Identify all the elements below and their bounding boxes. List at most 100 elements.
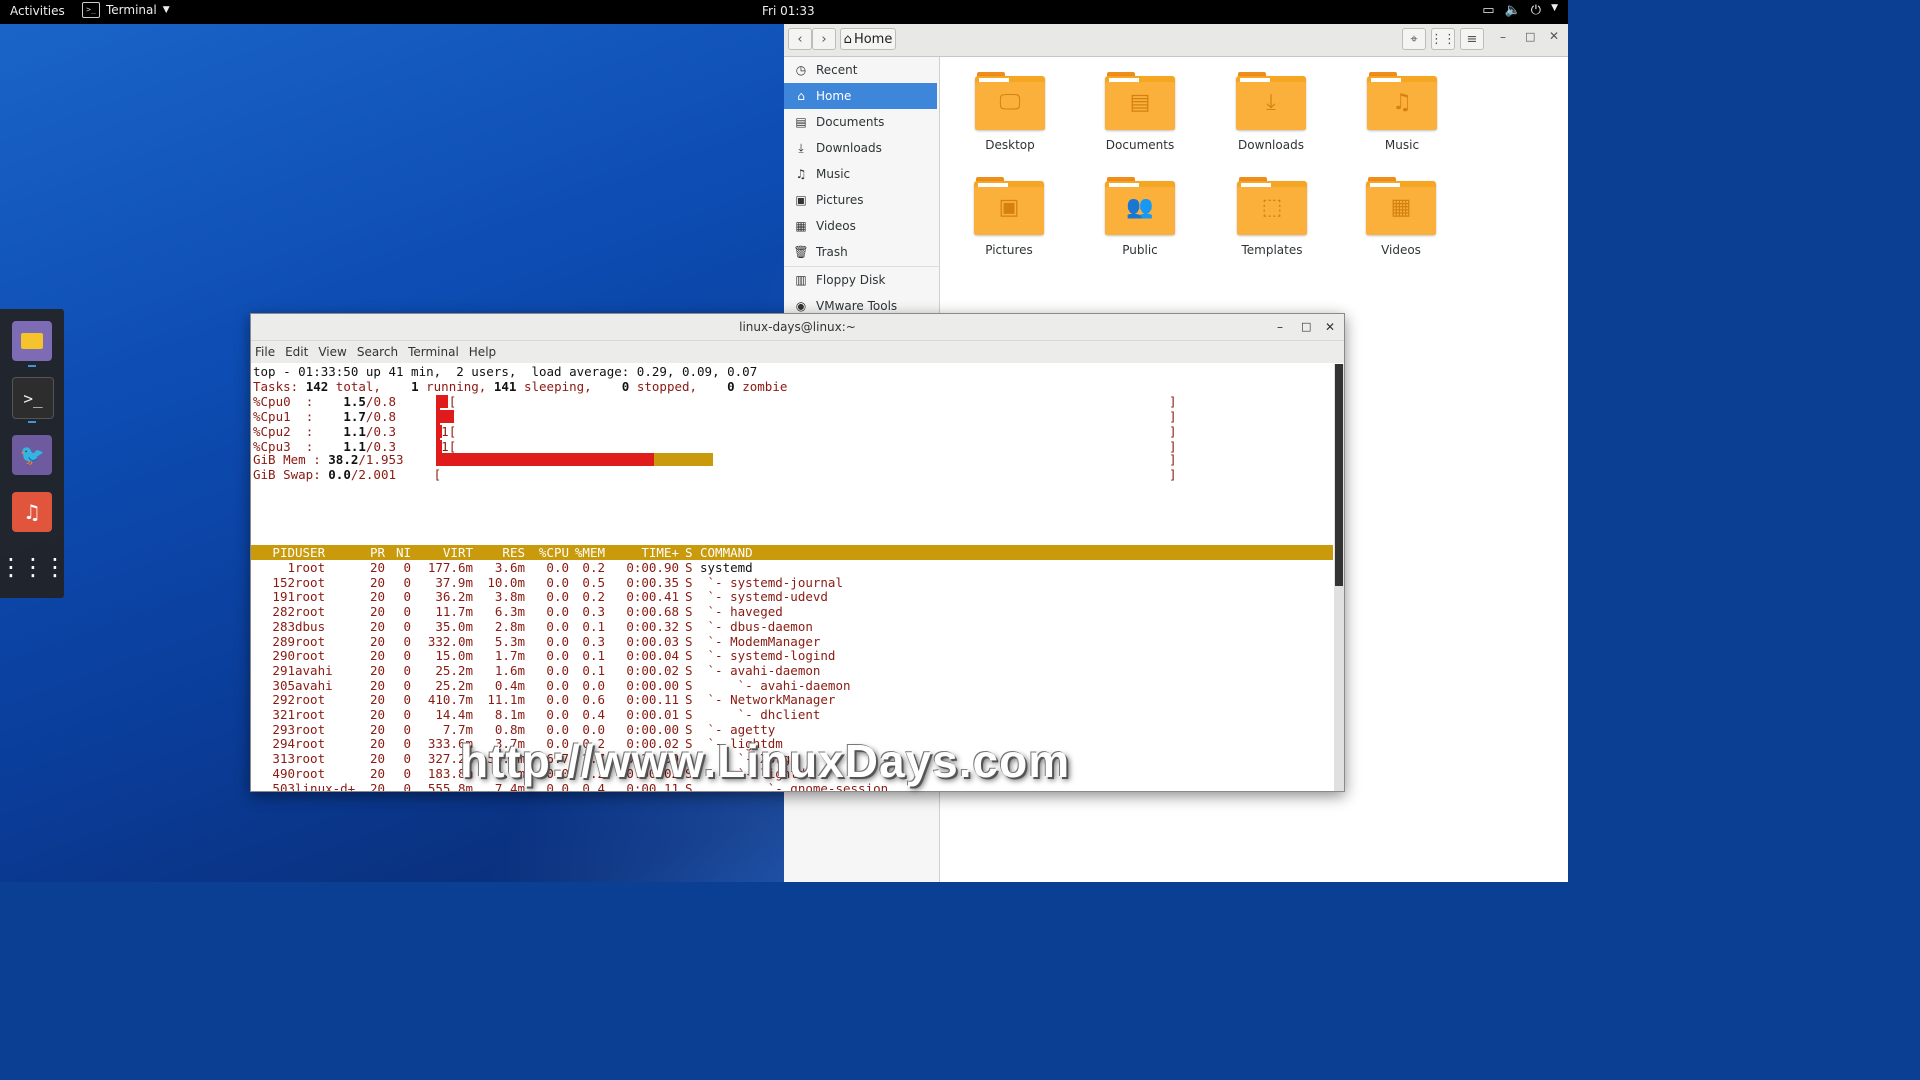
folder-pictures[interactable]: ▣ Pictures [959,177,1059,257]
cpu-line: %Cpu1 : 1.7/0.8 3[ [253,409,456,424]
table-cell: 35.0m [435,618,473,634]
terminal-titlebar[interactable]: linux-days@linux:~ – □ ✕ [251,314,1344,341]
scrollbar[interactable] [1334,364,1344,791]
music-app-icon[interactable]: ♫ [12,492,52,532]
table-cell: `- dbus-daemon [700,618,813,634]
activities-button[interactable]: Activities [10,4,65,18]
show-apps-grid-icon[interactable]: ⋮⋮⋮ [0,547,67,587]
table-cell: S [685,618,693,634]
column-header: PID [272,545,295,560]
sidebar-item-videos[interactable]: ▦ Videos [784,213,937,239]
picture-icon: ▣ [998,195,1020,220]
sidebar-item-music[interactable]: ♫ Music [784,161,937,187]
sidebar-item-home[interactable]: ⌂ Home [784,83,937,109]
back-button[interactable]: ‹ [788,28,812,50]
video-icon: ▦ [1390,195,1412,220]
sidebar-item-recent[interactable]: ◷ Recent [784,57,937,83]
table-cell: 20 [369,604,385,620]
maximize-button[interactable]: □ [1301,314,1311,340]
folder-videos[interactable]: ▦ Videos [1351,177,1451,257]
table-cell: 0.0 [546,633,569,649]
table-cell: 410.7m [427,692,473,708]
folder-templates[interactable]: ⬚ Templates [1222,177,1322,257]
top-summary-line: top - 01:33:50 up 41 min, 2 users, load … [253,364,758,379]
location-icon[interactable]: ⌖ [1402,28,1426,50]
folder-music[interactable]: ♫ Music [1352,72,1452,152]
menu-help[interactable]: Help [469,345,496,359]
table-cell: 1.7m [494,648,525,664]
folder-desktop[interactable]: 🖵 Desktop [960,72,1060,152]
sidebar-item-pictures[interactable]: ▣ Pictures [784,187,937,213]
tasks-line: Tasks: 142 total, 1 running, 141 sleepin… [253,379,788,394]
cpu-line: %Cpu0 : 1.5/0.8 2[ [253,394,457,409]
column-header: TIME+ [641,545,679,560]
cpu-line: %Cpu2 : 1.1/0.3 1[ [253,424,457,439]
minimize-button[interactable]: – [1277,314,1283,340]
table-cell: 25.2m [435,662,473,678]
power-icon: ⏻ [1530,3,1542,18]
sidebar-item-label: Recent [816,63,858,77]
table-cell: `- systemd-udevd [700,589,828,605]
folder-public[interactable]: 👥 Public [1090,177,1190,257]
sidebar-item-floppy[interactable]: ▥ Floppy Disk [784,267,937,293]
maximize-button[interactable]: □ [1525,30,1535,43]
terminal-icon: >_ [82,2,100,18]
table-cell: 0 [403,589,411,605]
table-cell: 0:00.11 [626,692,679,708]
close-button[interactable]: ✕ [1549,29,1559,43]
menu-terminal[interactable]: Terminal [408,345,459,359]
grid-view-icon[interactable]: ⋮⋮ [1430,28,1456,50]
menu-search[interactable]: Search [357,345,398,359]
files-app-icon[interactable] [12,321,52,361]
pidgin-app-icon[interactable]: 🐦 [12,435,52,475]
table-cell: `- avahi-daemon [700,677,851,693]
table-cell: 0.0 [546,707,569,722]
scrollbar-thumb[interactable] [1335,364,1343,586]
close-button[interactable]: ✕ [1325,314,1335,340]
table-cell: root [295,560,326,575]
clock[interactable]: Fri 01:33 [762,4,815,18]
bracket-close: ] [1169,452,1177,467]
folder-label: Downloads [1238,138,1304,152]
files-headerbar: ‹ › ⌂ Home ⌖ ⋮⋮ ≡ – □ ✕ [784,24,1568,57]
sidebar-item-label: Videos [816,219,856,233]
minimize-button[interactable]: – [1500,30,1506,44]
table-cell: 3.6m [494,560,525,575]
app-menu[interactable]: >_ Terminal ▼ [82,2,170,18]
table-cell: 20 [369,560,385,575]
table-cell: 332.0m [427,633,473,649]
table-cell: `- haveged [700,604,783,620]
terminal-app-icon[interactable]: >_ [12,377,54,419]
table-cell: 20 [369,780,385,792]
sidebar-item-trash[interactable]: 🗑 Trash [784,239,937,265]
table-cell: 0 [403,721,411,737]
folder-icon: ♫ [1367,72,1437,130]
menu-view[interactable]: View [318,345,346,359]
table-cell: root [295,751,326,767]
table-cell: 0.1 [582,648,605,664]
sidebar-item-downloads[interactable]: ⤓ Downloads [784,135,937,161]
menu-file[interactable]: File [255,345,275,359]
folder-label: Templates [1241,243,1303,257]
column-header: S [685,545,693,560]
folder-icon: ⤓ [1236,72,1306,130]
system-menu[interactable]: ▭ 🔈 ⏻ ▼ [1482,3,1558,18]
table-cell: 20 [369,618,385,634]
forward-button[interactable]: › [812,28,836,50]
sidebar-item-documents[interactable]: ▤ Documents [784,109,937,135]
swap-line: GiB Swap: 0.0/2.001 [ [253,467,442,482]
table-cell: 0:00.00 [626,677,679,693]
folder-downloads[interactable]: ⤓ Downloads [1221,72,1321,152]
folder-label: Videos [1381,243,1421,257]
path-home-button[interactable]: ⌂ Home [840,28,896,50]
table-cell: 25.2m [435,677,473,693]
table-cell: 11.7m [435,604,473,620]
menu-edit[interactable]: Edit [285,345,308,359]
folder-documents[interactable]: ▤ Documents [1090,72,1190,152]
menu-icon[interactable]: ≡ [1460,28,1484,50]
terminal-screen[interactable]: top - 01:33:50 up 41 min, 2 users, load … [251,364,1333,791]
table-cell: S [685,574,693,590]
table-cell: 0.1 [582,618,605,634]
table-cell: 0:00.04 [626,648,679,664]
table-cell: 20 [369,751,385,767]
